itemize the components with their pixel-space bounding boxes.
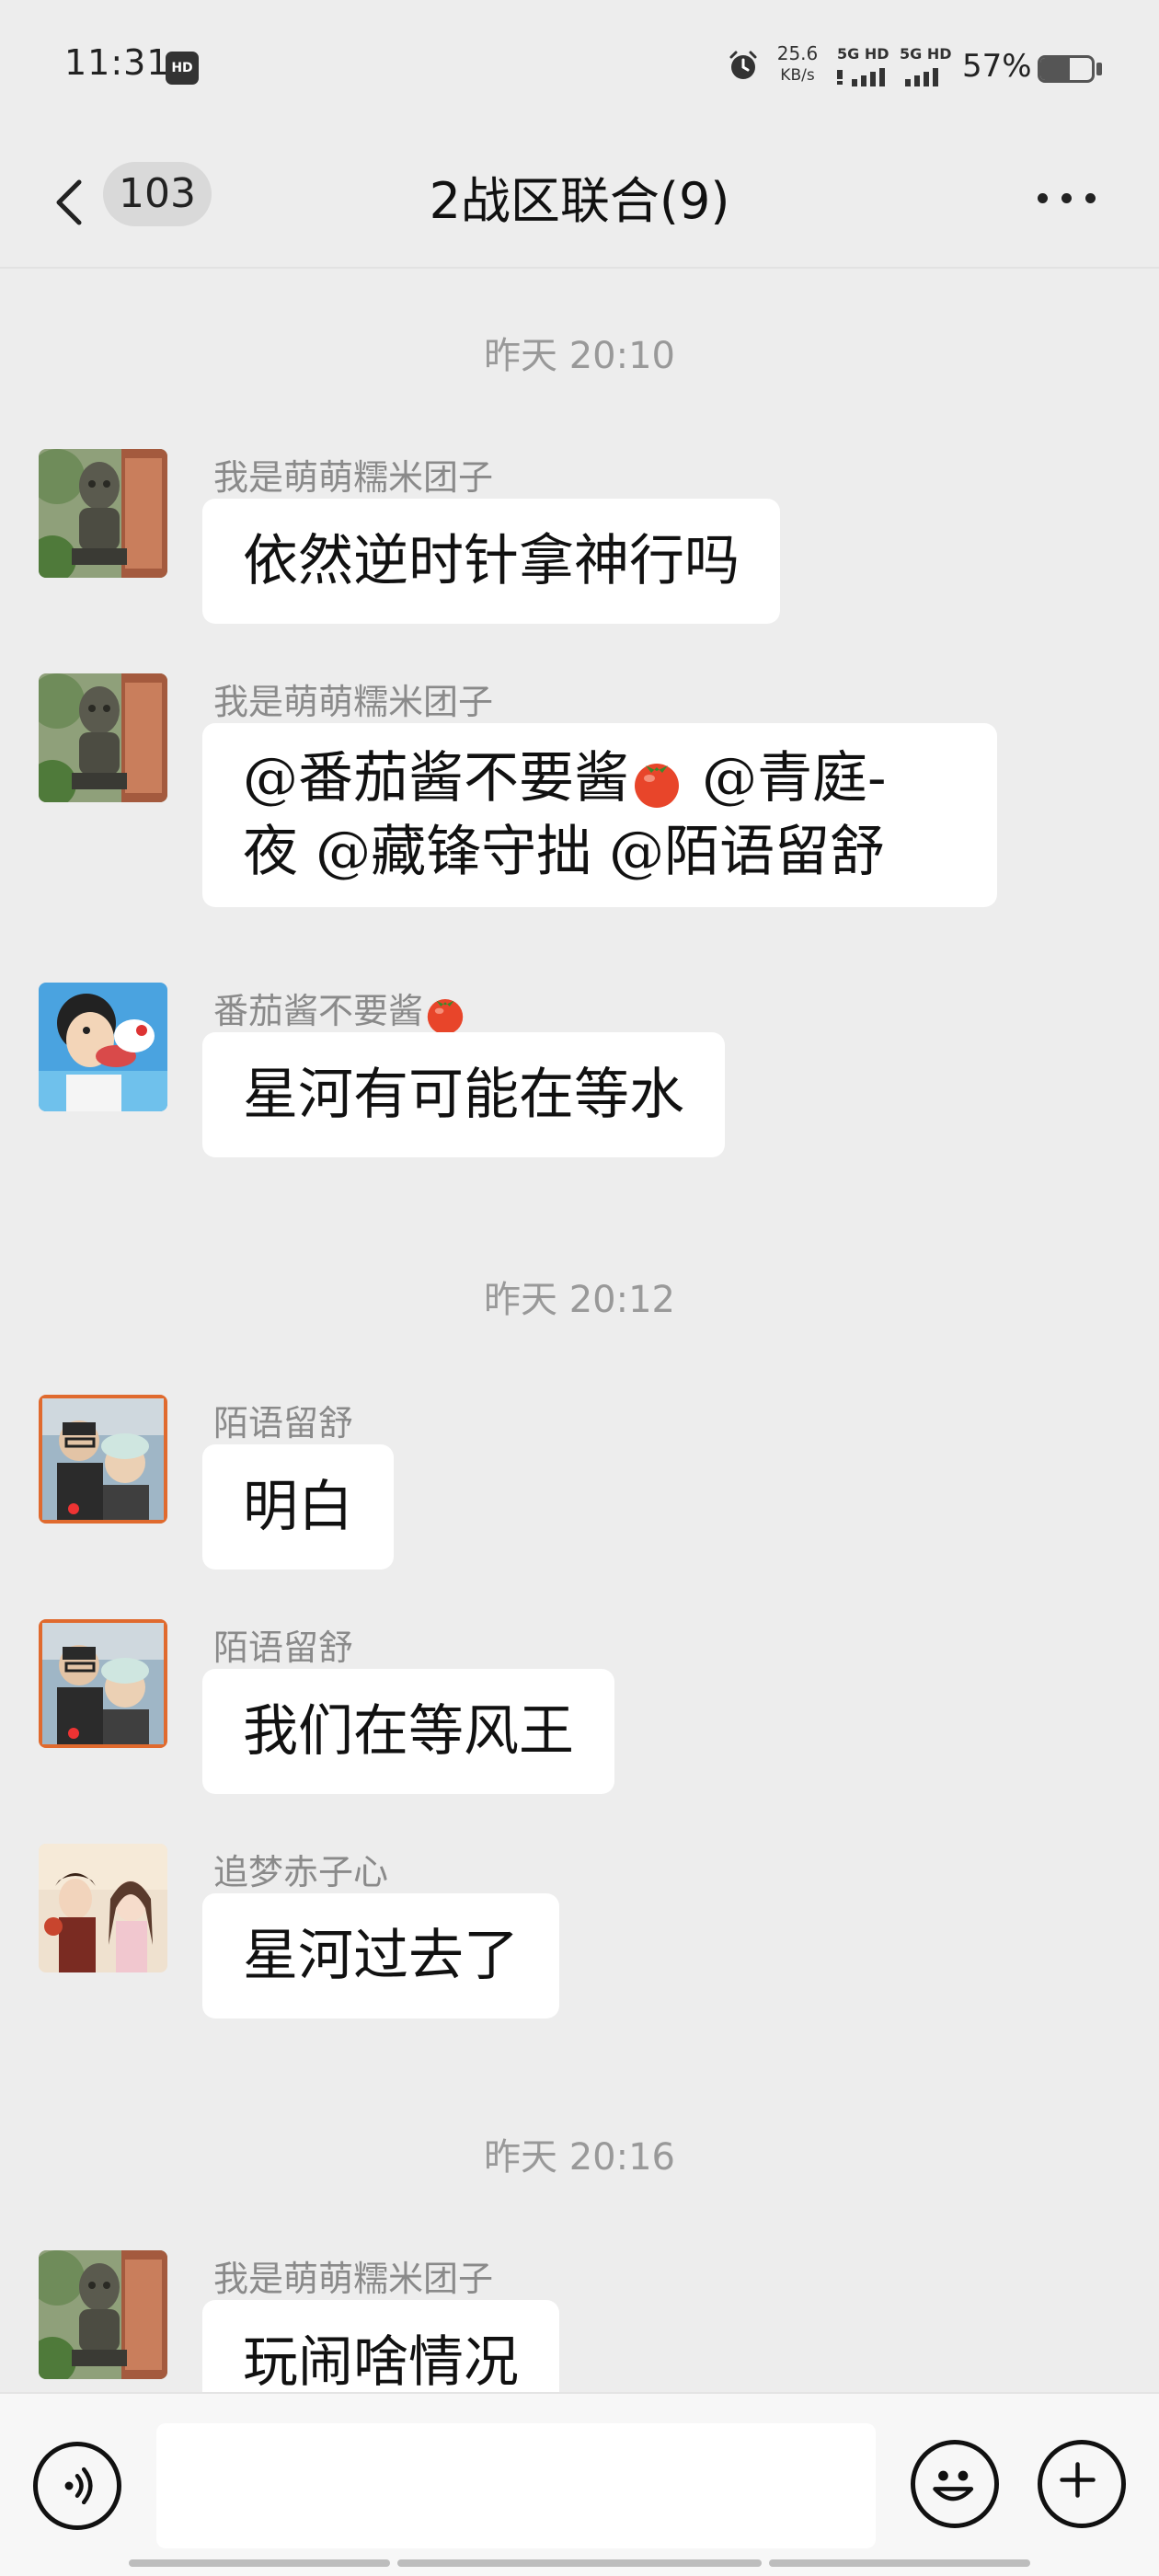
network-speed-value: 25.6 bbox=[776, 42, 819, 64]
message-bubble[interactable]: 星河有可能在等水 bbox=[202, 1032, 725, 1157]
message-bubble[interactable]: 明白 bbox=[202, 1444, 394, 1570]
sim2-label: 5G HD bbox=[900, 45, 952, 63]
sender-name-text: 番茄酱不要酱 bbox=[213, 991, 424, 1031]
network-speed: 25.6 KB/s bbox=[775, 42, 820, 86]
tomato-emoji-icon bbox=[427, 998, 464, 1034]
message-bubble[interactable]: 玩闹啥情况 bbox=[202, 2300, 559, 2392]
mention-text: @青庭- bbox=[684, 746, 887, 811]
tomato-emoji-icon bbox=[635, 764, 679, 809]
message-timestamp: 昨天 20:10 bbox=[484, 335, 675, 377]
avatar[interactable] bbox=[39, 2250, 167, 2379]
input-bar bbox=[0, 2392, 1159, 2576]
battery-icon bbox=[1038, 55, 1095, 83]
message-bubble[interactable]: 星河过去了 bbox=[202, 1893, 559, 2018]
avatar[interactable] bbox=[39, 449, 167, 578]
battery-fill bbox=[1040, 58, 1070, 80]
message-timestamp: 昨天 20:12 bbox=[484, 1279, 675, 1321]
chat-header: 103 2战区联合(9) bbox=[0, 138, 1159, 269]
gesture-bar bbox=[0, 2559, 1159, 2569]
sender-name: 陌语留舒 bbox=[213, 1627, 354, 1668]
status-bar: 11:31 HD 25.6 KB/s 5G HD 5G HD 57% bbox=[0, 0, 1159, 138]
sim1-label: 5G HD bbox=[837, 45, 889, 63]
avatar[interactable] bbox=[39, 1844, 167, 1972]
battery-tip bbox=[1096, 63, 1102, 75]
message-bubble[interactable]: 我们在等风王 bbox=[202, 1669, 614, 1794]
signal-bars-icon bbox=[905, 68, 938, 86]
mention-text: @番茄酱不要酱 bbox=[243, 746, 629, 811]
sender-name: 我是萌萌糯米团子 bbox=[213, 682, 494, 722]
emoji-icon[interactable] bbox=[911, 2440, 999, 2528]
battery-percent: 57% bbox=[962, 48, 1032, 85]
message-input[interactable] bbox=[156, 2423, 876, 2548]
app-notification-icon: HD bbox=[166, 52, 199, 85]
voice-icon[interactable] bbox=[33, 2442, 121, 2530]
message-timestamp: 昨天 20:16 bbox=[484, 2136, 675, 2179]
avatar[interactable] bbox=[39, 983, 167, 1111]
sender-name: 追梦赤子心 bbox=[213, 1852, 389, 1892]
sender-name: 我是萌萌糯米团子 bbox=[213, 2259, 494, 2299]
status-time: 11:31 bbox=[64, 42, 170, 83]
sender-name: 我是萌萌糯米团子 bbox=[213, 457, 494, 498]
sender-name: 陌语留舒 bbox=[213, 1403, 354, 1443]
avatar[interactable] bbox=[39, 1619, 167, 1748]
chat-title: 2战区联合(9) bbox=[429, 172, 730, 230]
mention-text: 夜 @藏锋守拙 @陌语留舒 bbox=[243, 820, 886, 884]
message-bubble[interactable]: 依然逆时针拿神行吗 bbox=[202, 499, 780, 624]
avatar[interactable] bbox=[39, 1395, 167, 1524]
avatar[interactable] bbox=[39, 673, 167, 802]
alarm-icon bbox=[729, 51, 757, 79]
message-list[interactable]: 昨天 20:10 我是萌萌糯米团子 依然逆时针拿神行吗 我是萌萌糯米团子 @番茄… bbox=[0, 270, 1159, 2392]
message-bubble[interactable]: @番茄酱不要酱 @青庭- 夜 @藏锋守拙 @陌语留舒 bbox=[202, 723, 997, 907]
network-speed-unit: KB/s bbox=[780, 66, 815, 85]
more-dots-icon[interactable] bbox=[1030, 180, 1104, 217]
signal-bars-icon bbox=[837, 68, 885, 86]
plus-icon[interactable] bbox=[1038, 2440, 1126, 2528]
sender-name: 番茄酱不要酱 bbox=[213, 983, 467, 1036]
